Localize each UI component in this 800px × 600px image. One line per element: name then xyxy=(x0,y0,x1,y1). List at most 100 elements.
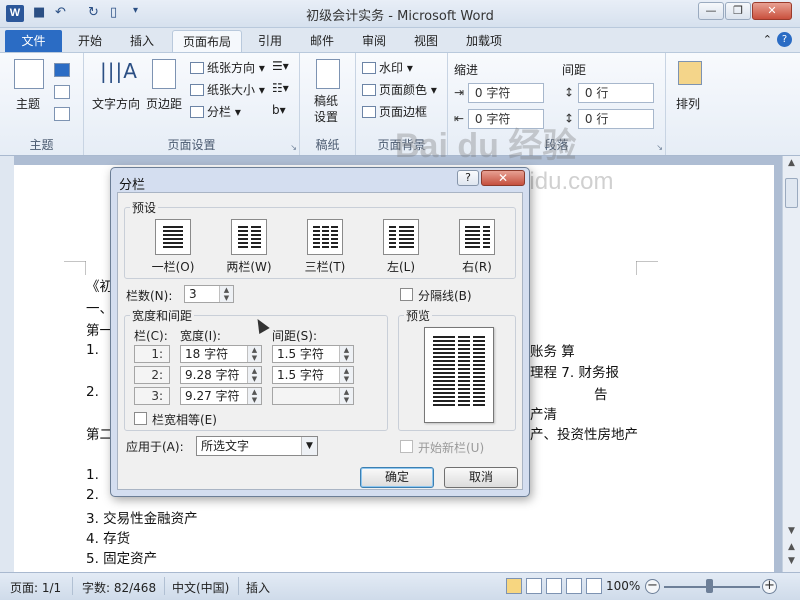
outline-icon[interactable] xyxy=(566,578,582,594)
undo-icon[interactable]: ↶ xyxy=(55,5,66,20)
page-color-icon xyxy=(362,84,376,96)
redo-icon[interactable]: ↻ xyxy=(88,5,99,20)
tab-review[interactable]: 审阅 xyxy=(354,30,394,52)
new-doc-icon[interactable]: ▯ xyxy=(110,5,117,20)
full-screen-reading-icon[interactable] xyxy=(526,578,542,594)
tab-insert[interactable]: 插入 xyxy=(120,30,164,52)
tab-view[interactable]: 视图 xyxy=(406,30,446,52)
scroll-down-icon[interactable]: ▼ xyxy=(785,526,798,540)
margins-button[interactable]: 页边距 xyxy=(146,95,182,112)
zoom-in-icon[interactable]: + xyxy=(762,579,777,594)
columns-count-input[interactable]: 3 ▲ ▼ xyxy=(184,285,234,303)
web-layout-icon[interactable] xyxy=(546,578,562,594)
col-spacing-1-spinner[interactable]: ▲ ▼ xyxy=(339,346,353,362)
theme-icon xyxy=(14,59,44,89)
draft-icon[interactable] xyxy=(586,578,602,594)
theme-button[interactable]: 主题 xyxy=(16,95,40,112)
page-color-button[interactable]: 页面颜色 ▾ xyxy=(362,81,437,98)
spacing-label: 间距 xyxy=(562,63,587,77)
columns-count-spinner[interactable]: ▲ ▼ xyxy=(219,286,233,302)
columns-count-label: 栏数(N): xyxy=(126,289,173,303)
tab-references[interactable]: 引用 xyxy=(250,30,290,52)
close-icon: ✕ xyxy=(767,4,777,17)
arrange-button[interactable]: 排列 xyxy=(676,95,700,112)
page-setup-launcher-icon[interactable]: ↘ xyxy=(290,143,297,152)
ok-button[interactable]: 确定 xyxy=(360,467,434,488)
breaks-button[interactable]: ☰▾ xyxy=(272,59,289,73)
tab-page-layout[interactable]: 页面布局 xyxy=(172,30,242,52)
preset-one-column[interactable]: 一栏(O) xyxy=(148,219,198,275)
equal-width-checkbox[interactable] xyxy=(134,412,147,425)
group-arrange: 排列 xyxy=(666,53,716,155)
preset-left-icon xyxy=(383,219,419,255)
zoom-slider-thumb[interactable] xyxy=(706,579,713,593)
col-width-3-spinner[interactable]: ▲ ▼ xyxy=(247,388,261,404)
orientation-button[interactable]: 纸张方向 ▾ xyxy=(190,59,265,76)
doc-line: 第一 xyxy=(86,323,113,339)
scroll-up-icon[interactable]: ▲ xyxy=(785,158,798,172)
status-insert[interactable]: 插入 xyxy=(246,579,270,596)
line-between-checkbox[interactable] xyxy=(400,288,413,301)
paragraph-launcher-icon[interactable]: ↘ xyxy=(656,143,663,152)
group-manuscript: 稿纸 设置 稿纸 xyxy=(300,53,356,155)
vertical-scrollbar[interactable]: ▲ ▼ ▲ ▼ xyxy=(782,156,800,572)
width-header: 宽度(I): xyxy=(180,329,221,343)
hyphenation-button[interactable]: b▾ xyxy=(272,103,286,117)
col-width-1[interactable]: 18 字符 ▲ ▼ xyxy=(180,345,262,363)
text-direction-button[interactable]: 文字方向 xyxy=(92,95,140,112)
tab-mailings[interactable]: 邮件 xyxy=(302,30,342,52)
dialog-close-button[interactable]: ✕ xyxy=(481,170,525,186)
doc-line-right: 产、投资性房地产 xyxy=(530,427,638,443)
preset-left[interactable]: 左(L) xyxy=(376,219,426,275)
col-width-3[interactable]: 9.27 字符 ▲ ▼ xyxy=(180,387,262,405)
indent-left-field[interactable]: ⇥ 0 字符 xyxy=(454,83,544,103)
col-spacing-1[interactable]: 1.5 字符 ▲ ▼ xyxy=(272,345,354,363)
scroll-thumb[interactable] xyxy=(785,178,798,208)
status-words[interactable]: 字数: 82/468 xyxy=(82,579,156,596)
minimize-button[interactable]: — xyxy=(698,2,724,20)
ribbon-tabs: 文件 开始 插入 页面布局 引用 邮件 审阅 视图 加载项 ⌃ ? xyxy=(0,28,800,52)
col-spacing-2-spinner[interactable]: ▲ ▼ xyxy=(339,367,353,383)
col-width-2-spinner[interactable]: ▲ ▼ xyxy=(247,367,261,383)
preset-right[interactable]: 右(R) xyxy=(452,219,502,275)
manuscript-button[interactable]: 稿纸 设置 xyxy=(314,93,338,125)
dialog-help-button[interactable]: ? xyxy=(457,170,479,186)
line-numbers-button[interactable]: ☷▾ xyxy=(272,81,289,95)
tab-file[interactable]: 文件 xyxy=(5,30,62,52)
customize-qa-icon[interactable]: ▾ xyxy=(133,5,138,16)
theme-colors-icon[interactable] xyxy=(54,63,70,77)
columns-button[interactable]: 分栏 ▾ xyxy=(190,103,241,120)
apply-to-select[interactable]: 所选文字 ▼ xyxy=(196,436,318,456)
print-layout-icon[interactable] xyxy=(506,578,522,594)
spacing-before-field[interactable]: ↕ 0 行 xyxy=(564,83,654,103)
col-spacing-2[interactable]: 1.5 字符 ▲ ▼ xyxy=(272,366,354,384)
status-page[interactable]: 页面: 1/1 xyxy=(10,579,61,596)
word-app-icon[interactable]: W xyxy=(6,5,24,22)
prev-page-icon[interactable]: ▲ xyxy=(785,542,798,556)
theme-effects-icon[interactable] xyxy=(54,107,70,121)
cancel-button[interactable]: 取消 xyxy=(444,467,518,488)
close-button[interactable]: ✕ xyxy=(752,2,792,20)
doc-line-right: 告 xyxy=(594,387,608,403)
size-button[interactable]: 纸张大小 ▾ xyxy=(190,81,265,98)
col-width-2[interactable]: 9.28 字符 ▲ ▼ xyxy=(180,366,262,384)
help-icon[interactable]: ? xyxy=(777,32,792,47)
zoom-level[interactable]: 100% xyxy=(606,579,640,593)
tab-home[interactable]: 开始 xyxy=(70,30,110,52)
tab-addins[interactable]: 加载项 xyxy=(456,30,512,52)
next-page-icon[interactable]: ▼ xyxy=(785,556,798,570)
watermark-button[interactable]: 水印 ▾ xyxy=(362,59,413,76)
spacing-after-field[interactable]: ↕ 0 行 xyxy=(564,109,654,129)
restore-button[interactable]: ❐ xyxy=(725,2,751,20)
doc-line: 1. xyxy=(86,342,99,358)
save-icon[interactable]: ■ xyxy=(33,5,45,20)
status-language[interactable]: 中文(中国) xyxy=(172,579,229,596)
preset-three-columns[interactable]: 三栏(T) xyxy=(300,219,350,275)
doc-line-right: 理程 7. 财务报 xyxy=(530,365,619,381)
zoom-out-icon[interactable]: − xyxy=(645,579,660,594)
preset-two-columns[interactable]: 两栏(W) xyxy=(224,219,274,275)
theme-fonts-icon[interactable] xyxy=(54,85,70,99)
col-width-1-spinner[interactable]: ▲ ▼ xyxy=(247,346,261,362)
collapse-ribbon-icon[interactable]: ⌃ xyxy=(763,33,772,46)
preset-one-icon xyxy=(155,219,191,255)
